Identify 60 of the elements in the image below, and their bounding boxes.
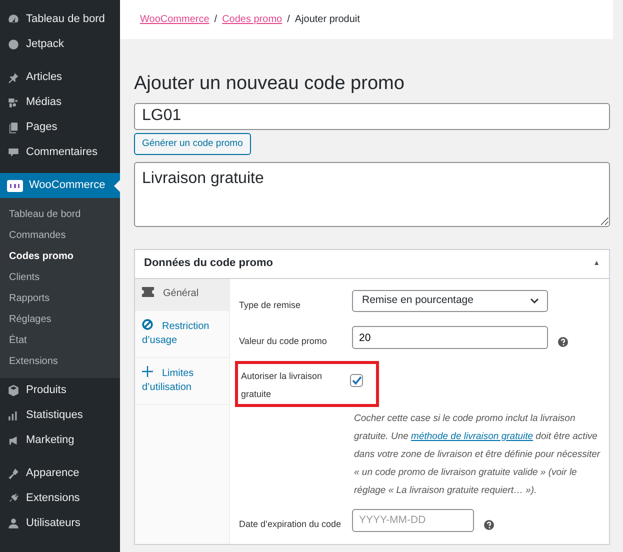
sidebar-item[interactable]: Utilisateurs — [0, 511, 120, 536]
submenu-item[interactable]: Codes promo — [0, 246, 120, 267]
description-field[interactable]: Livraison gratuite — [134, 162, 610, 228]
expiry-date-field[interactable]: YYYY-MM-DD — [352, 508, 474, 532]
submenu-item[interactable]: Extensions — [0, 351, 120, 372]
breadcrumb-separator: / — [214, 13, 218, 27]
pages-icon — [7, 121, 20, 134]
code-input-field[interactable]: LG01 — [134, 102, 610, 130]
breadcrumb-separator: / — [287, 13, 290, 27]
help-icon[interactable] — [558, 337, 568, 348]
shipping-method-link[interactable]: méthode de livraison gratuite — [411, 430, 534, 442]
generate-code-button[interactable]: Générer un code promo — [134, 132, 251, 156]
sidebar-item[interactable]: Pages — [0, 115, 120, 140]
box-icon — [7, 384, 20, 397]
help-icon[interactable] — [484, 520, 494, 530]
page-heading: Ajouter un nouveau code promo — [134, 73, 406, 96]
chevron-down-icon — [530, 298, 539, 304]
brush-icon — [7, 467, 20, 480]
field-description: Cocher cette case si le code promo inclut la livraison gratuite. Une méthode de livraison gratuite doit être active dans votre zone de livraison et être définie pour nécessiter « un code promo de livraison gratuite valide » (voir le réglage « La livraison gratuite requiert… »). — [354, 412, 601, 498]
dashboard-icon — [7, 13, 20, 26]
panel-tab[interactable]: Restriction d’usage — [135, 310, 229, 358]
woo-logo-icon — [7, 180, 23, 192]
media-icon — [7, 96, 20, 109]
breadcrumb-current: Ajouter produit — [294, 13, 360, 27]
sidebar-item[interactable]: Marketing — [0, 428, 120, 453]
sidebar-item[interactable]: Médias — [0, 90, 120, 115]
field-label: Valeur du code promo — [239, 335, 328, 348]
submenu-item[interactable]: État — [0, 330, 120, 351]
sidebar-item[interactable]: Articles — [0, 65, 120, 90]
panel-title: Données du code promo — [144, 257, 273, 271]
checkbox[interactable] — [350, 374, 363, 387]
field-label: Autoriser la livraison gratuite — [241, 370, 324, 401]
sidebar-item[interactable]: Commentaires — [0, 140, 120, 165]
submenu-item[interactable]: Rapports — [0, 288, 120, 309]
field-label: Date d’expiration du code — [239, 518, 342, 531]
pin-icon — [7, 71, 20, 84]
discount-type-select[interactable]: Remise en pourcentage — [352, 290, 548, 312]
comment-icon — [7, 146, 20, 159]
bar-chart-icon — [7, 409, 20, 422]
submenu-item[interactable]: Tableau de bord — [0, 204, 120, 225]
sidebar-item[interactable]: Statistiques — [0, 403, 120, 428]
sidebar-item[interactable]: Jetpack — [0, 32, 120, 57]
breadcrumb-link[interactable]: WooCommerce — [140, 12, 210, 27]
breadcrumb-link[interactable]: Codes promo — [222, 12, 282, 27]
megaphone-icon — [7, 434, 20, 447]
field-label: Type de remise — [239, 299, 302, 312]
submenu-item[interactable]: Clients — [0, 267, 120, 288]
user-icon — [7, 517, 20, 530]
sidebar-item[interactable]: Apparence — [0, 461, 120, 486]
sidebar-item[interactable]: WooCommerce — [0, 173, 120, 198]
no-entry-icon — [142, 318, 153, 330]
ticket-icon — [142, 287, 154, 298]
panel-tab[interactable]: Limites d’utilisation — [135, 358, 229, 405]
sidebar-item[interactable]: Extensions — [0, 486, 120, 511]
sidebar-item[interactable]: Produits — [0, 378, 120, 403]
submenu-item[interactable]: Commandes — [0, 225, 120, 246]
panel-tab[interactable]: Général — [135, 279, 229, 311]
submenu-item[interactable]: Réglages — [0, 309, 120, 330]
sidebar-item[interactable]: Tableau de bord — [0, 7, 120, 32]
amount-input-field[interactable]: 20 — [352, 326, 548, 350]
